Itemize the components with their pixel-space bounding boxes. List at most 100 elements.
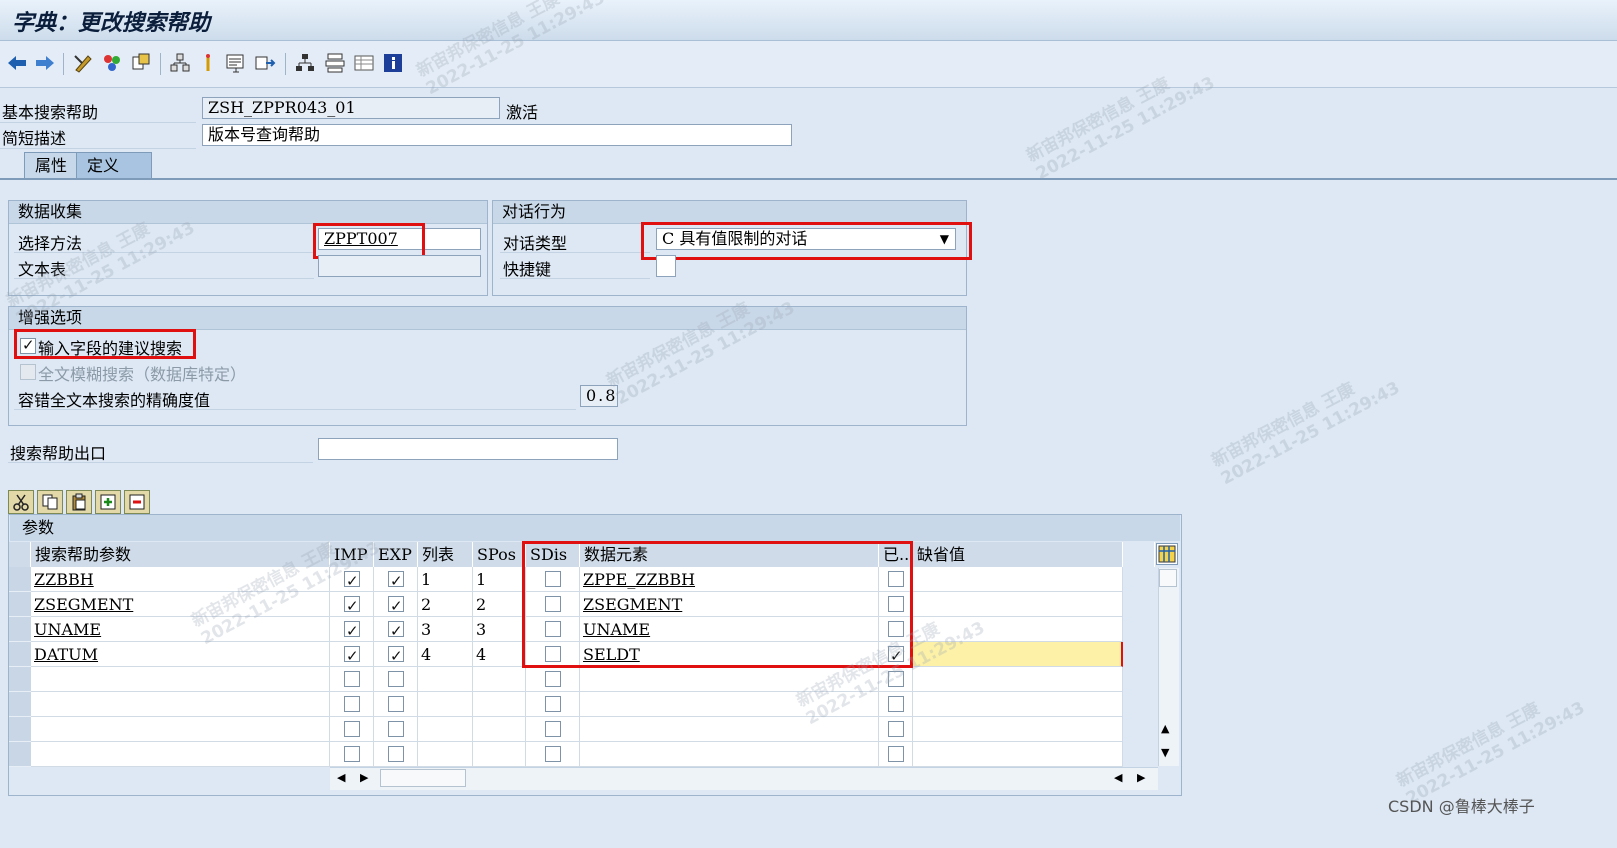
exp-checkbox[interactable]	[388, 671, 404, 687]
default-value-cell[interactable]	[913, 667, 1123, 692]
horizontal-scroll-thumb[interactable]	[380, 769, 466, 787]
param-cell[interactable]: DATUM	[31, 642, 330, 667]
sdis-checkbox[interactable]	[545, 671, 561, 687]
imp-checkbox[interactable]	[344, 569, 360, 591]
imp-checkbox-cell[interactable]	[330, 642, 374, 667]
test-icon[interactable]	[196, 51, 220, 75]
fuzzy-search-checkbox[interactable]	[20, 364, 36, 380]
param-cell[interactable]	[31, 717, 330, 742]
selection-position-cell[interactable]	[473, 692, 526, 717]
modified-checkbox-cell[interactable]	[879, 667, 913, 692]
forward-arrow-icon[interactable]	[33, 51, 57, 75]
sdis-checkbox-cell[interactable]	[526, 692, 580, 717]
default-value-cell[interactable]	[913, 642, 1123, 667]
imp-checkbox[interactable]	[344, 644, 360, 666]
exp-checkbox-cell[interactable]	[374, 692, 418, 717]
column-config-icon[interactable]	[1156, 543, 1178, 565]
list-position-cell[interactable]: 1	[418, 567, 473, 592]
list-position-cell[interactable]	[418, 717, 473, 742]
default-value-cell[interactable]	[913, 742, 1123, 767]
sdis-checkbox[interactable]	[545, 696, 561, 712]
selection-position-cell[interactable]: 4	[473, 642, 526, 667]
imp-checkbox-cell[interactable]	[330, 592, 374, 617]
scroll-left-arrow-icon[interactable]: ◀	[337, 771, 345, 784]
exp-checkbox-cell[interactable]	[374, 592, 418, 617]
exp-checkbox[interactable]	[388, 619, 404, 641]
col-header-lpos[interactable]: 列表	[418, 542, 473, 567]
selection-position-cell[interactable]	[473, 717, 526, 742]
imp-checkbox-cell[interactable]	[330, 567, 374, 592]
insert-row-icon[interactable]	[95, 490, 121, 514]
modified-checkbox-cell[interactable]	[879, 742, 913, 767]
select-all-corner[interactable]	[9, 542, 31, 567]
delete-row-icon[interactable]	[124, 490, 150, 514]
selection-position-cell[interactable]: 2	[473, 592, 526, 617]
imp-checkbox[interactable]	[344, 696, 360, 712]
other-object-icon[interactable]	[129, 51, 153, 75]
list-position-cell[interactable]: 3	[418, 617, 473, 642]
row-selector[interactable]	[9, 667, 31, 692]
search-help-exit-field[interactable]	[318, 438, 618, 460]
param-cell[interactable]: ZZBBH	[31, 567, 330, 592]
exp-checkbox[interactable]	[388, 721, 404, 737]
vertical-scroll-thumb[interactable]	[1159, 569, 1177, 587]
display-object-list-icon[interactable]	[224, 51, 248, 75]
tab-attributes[interactable]: 属性	[24, 152, 79, 179]
imp-checkbox-cell[interactable]	[330, 717, 374, 742]
default-value-cell[interactable]	[913, 717, 1123, 742]
navigation-window-icon[interactable]	[253, 51, 277, 75]
paste-icon[interactable]	[66, 490, 92, 514]
imp-checkbox-cell[interactable]	[330, 617, 374, 642]
exp-checkbox[interactable]	[388, 696, 404, 712]
modified-checkbox[interactable]	[888, 671, 904, 687]
imp-checkbox[interactable]	[344, 721, 360, 737]
scroll-up-arrow-icon[interactable]: ▲	[1161, 722, 1169, 735]
selection-position-cell[interactable]	[473, 742, 526, 767]
data-element-cell[interactable]	[580, 742, 879, 767]
exp-checkbox-cell[interactable]	[374, 667, 418, 692]
param-cell[interactable]: ZSEGMENT	[31, 592, 330, 617]
param-cell[interactable]	[31, 667, 330, 692]
exp-checkbox[interactable]	[388, 594, 404, 616]
exp-checkbox-cell[interactable]	[374, 642, 418, 667]
scroll-page-right-icon[interactable]: ▶	[1137, 771, 1145, 784]
table-view-icon[interactable]	[352, 51, 376, 75]
imp-checkbox[interactable]	[344, 594, 360, 616]
row-selector[interactable]	[9, 617, 31, 642]
activate-icon[interactable]	[100, 51, 124, 75]
col-header-exp[interactable]: EXP	[374, 542, 418, 567]
vertical-scrollbar[interactable]	[1158, 568, 1179, 766]
selection-position-cell[interactable]	[473, 667, 526, 692]
modified-checkbox-cell[interactable]	[879, 692, 913, 717]
copy-icon[interactable]	[37, 490, 63, 514]
scroll-down-arrow-icon[interactable]: ▼	[1161, 746, 1169, 759]
exp-checkbox-cell[interactable]	[374, 717, 418, 742]
row-selector[interactable]	[9, 717, 31, 742]
cut-icon[interactable]	[8, 490, 34, 514]
list-position-cell[interactable]	[418, 667, 473, 692]
scroll-page-left-icon[interactable]: ◀	[1114, 771, 1122, 784]
imp-checkbox[interactable]	[344, 671, 360, 687]
tab-definition[interactable]: 定义	[76, 152, 152, 179]
layout-icon[interactable]	[323, 51, 347, 75]
data-element-cell[interactable]	[580, 667, 879, 692]
exp-checkbox-cell[interactable]	[374, 617, 418, 642]
param-cell[interactable]	[31, 742, 330, 767]
sdis-checkbox-cell[interactable]	[526, 742, 580, 767]
default-value-cell[interactable]	[913, 617, 1123, 642]
selection-position-cell[interactable]: 3	[473, 617, 526, 642]
modified-checkbox[interactable]	[888, 696, 904, 712]
data-element-cell[interactable]	[580, 717, 879, 742]
basic-help-field[interactable]: ZSH_ZPPR043_01	[202, 97, 500, 119]
data-element-cell[interactable]	[580, 692, 879, 717]
sdis-checkbox[interactable]	[545, 721, 561, 737]
accuracy-field[interactable]: 0.8	[580, 385, 618, 407]
selection-position-cell[interactable]: 1	[473, 567, 526, 592]
row-selector[interactable]	[9, 592, 31, 617]
default-value-cell[interactable]	[913, 692, 1123, 717]
modified-checkbox[interactable]	[888, 721, 904, 737]
sdis-checkbox-cell[interactable]	[526, 667, 580, 692]
text-table-field[interactable]	[318, 255, 481, 277]
col-header-default[interactable]: 缺省值	[913, 542, 1123, 567]
col-header-imp[interactable]: IMP	[330, 542, 374, 567]
